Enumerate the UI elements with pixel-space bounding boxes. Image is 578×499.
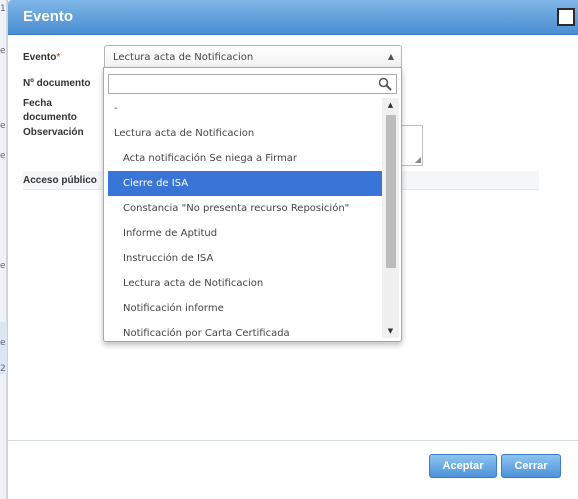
maximize-icon[interactable]: [557, 8, 575, 26]
scroll-up-icon[interactable]: ▲: [382, 98, 399, 112]
observacion-label: Observación: [23, 127, 84, 138]
aceptar-button[interactable]: Aceptar: [429, 454, 497, 478]
background-glyph: e: [0, 261, 6, 271]
dropdown-scrollbar[interactable]: ▲ ▼: [382, 98, 399, 338]
numero-documento-label: Nº documento: [23, 78, 91, 89]
scrollbar-thumb[interactable]: [386, 115, 396, 268]
background-glyph: e: [0, 121, 6, 131]
fecha-label-line-1: Fecha: [23, 98, 52, 109]
dropdown-option[interactable]: Informe de Aptitud: [104, 221, 382, 246]
resize-grip-icon[interactable]: ◢: [415, 156, 421, 164]
scroll-down-icon[interactable]: ▼: [382, 324, 399, 338]
dropdown-option[interactable]: -: [104, 96, 382, 121]
search-icon: [378, 77, 392, 91]
background-glyph: e: [0, 46, 6, 56]
caret-up-icon: ▲: [387, 52, 394, 61]
dropdown-option[interactable]: Lectura acta de Notificacion: [104, 271, 382, 296]
dropdown-search-input[interactable]: [108, 74, 397, 94]
dialog-title: Evento: [23, 8, 74, 25]
dropdown-option-selected[interactable]: Cierre de ISA: [108, 171, 382, 196]
evento-dropdown: - Lectura acta de Notificacion Acta notifi…: [103, 67, 402, 342]
required-mark: *: [56, 52, 61, 63]
dialog-titlebar[interactable]: Evento: [8, 0, 578, 35]
dropdown-option[interactable]: Notificación informe: [104, 296, 382, 321]
background-glyph: 2: [0, 364, 6, 374]
acceso-publico-label: Acceso público: [23, 175, 97, 186]
background-glyph: e: [0, 338, 6, 348]
cerrar-button[interactable]: Cerrar: [501, 454, 561, 478]
evento-select-value: Lectura acta de Notificacion: [113, 52, 254, 63]
fecha-documento-label: Fecha documento: [23, 97, 77, 125]
observacion-textarea[interactable]: ◢: [401, 125, 423, 166]
background-glyph: e: [0, 151, 6, 161]
dropdown-option[interactable]: Lectura acta de Notificacion: [104, 121, 382, 146]
fecha-label-line-2: documento: [23, 112, 77, 123]
background-glyph: 1: [0, 4, 6, 14]
evento-select[interactable]: Lectura acta de Notificacion ▲: [104, 45, 402, 69]
dropdown-option[interactable]: Notificación por Carta Certificada: [104, 321, 382, 341]
evento-label: Evento*: [23, 51, 60, 65]
evento-label-text: Evento: [23, 52, 57, 63]
dropdown-option[interactable]: Acta notificación Se niega a Firmar: [104, 146, 382, 171]
dropdown-options-list: - Lectura acta de Notificacion Acta notifi…: [104, 96, 382, 341]
dropdown-option[interactable]: Constancia "No presenta recurso Reposici…: [104, 196, 382, 221]
background-page-edge: 1 e e e e e 2: [0, 0, 7, 499]
footer-separator: [8, 440, 578, 441]
dropdown-option[interactable]: Instrucción de ISA: [104, 246, 382, 271]
